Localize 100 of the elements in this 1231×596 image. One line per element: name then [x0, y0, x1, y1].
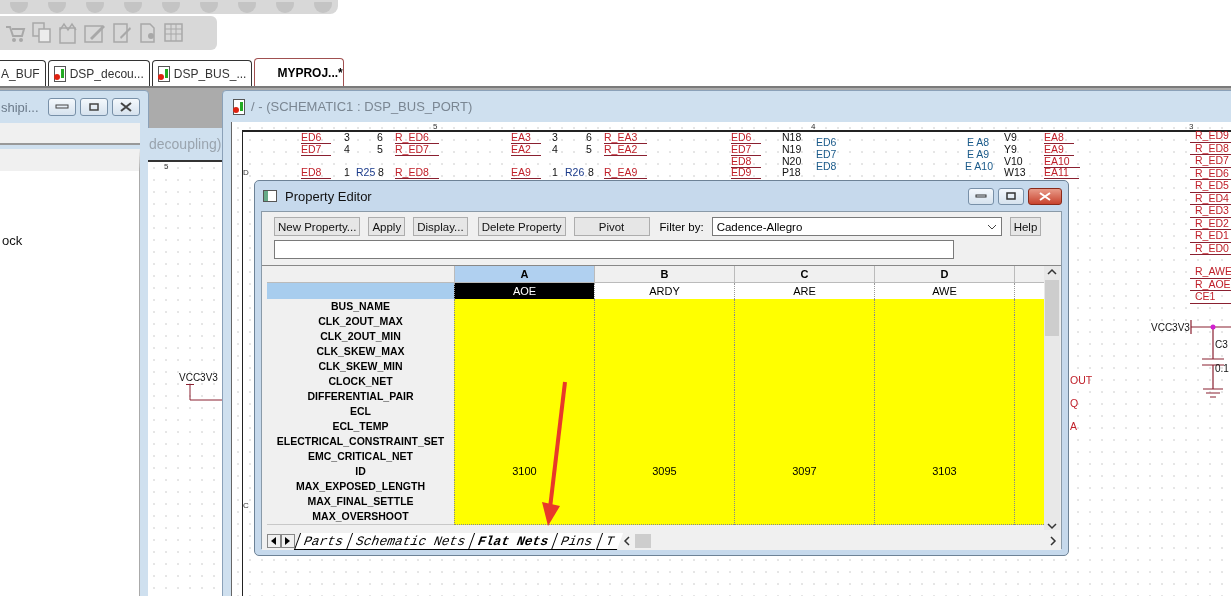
column-header[interactable]: B — [594, 266, 734, 283]
zone-label: D — [243, 168, 249, 177]
property-cell[interactable] — [874, 299, 1014, 315]
close-button[interactable] — [1028, 187, 1062, 205]
dialog-title: Property Editor — [285, 188, 373, 204]
copy-icon[interactable] — [32, 22, 52, 44]
property-name: CLK_2OUT_MAX — [267, 314, 454, 330]
pin-number: P18 — [782, 166, 801, 178]
net-label: R_ED8 — [1190, 142, 1231, 155]
property-name: EMC_CRITICAL_NET — [267, 449, 454, 465]
sheet-tab[interactable]: Flat Nets — [468, 532, 558, 550]
net-label: ED8 — [816, 160, 837, 172]
net-name-cell[interactable]: AOE — [454, 283, 594, 299]
sheet-tab[interactable]: Parts — [293, 532, 353, 550]
property-cell[interactable] — [594, 509, 734, 525]
net-name-cell[interactable]: AWE — [874, 283, 1014, 299]
chart-document-icon[interactable] — [58, 22, 78, 44]
net-name-cell[interactable] — [1014, 283, 1044, 299]
pin-number: 4 — [344, 143, 350, 155]
pin-number: V9 — [1004, 131, 1017, 143]
property-cell[interactable] — [734, 509, 874, 525]
minimize-button[interactable] — [48, 98, 76, 116]
toolbar-button[interactable]: Pivot — [573, 217, 650, 236]
minimize-button[interactable] — [968, 187, 994, 205]
scroll-left-icon — [623, 536, 632, 546]
document-icon[interactable] — [138, 23, 158, 43]
net-label: ED6 — [301, 131, 332, 144]
net-label: A — [1070, 420, 1078, 432]
cart-icon[interactable] — [4, 23, 26, 43]
net-label: EA9 — [1044, 143, 1074, 156]
net-label: ED6 — [816, 136, 837, 148]
column-header[interactable]: D — [874, 266, 1014, 283]
scroll-right-icon — [1049, 536, 1057, 546]
document-tab[interactable]: MYPROJ...* — [254, 58, 345, 86]
window-title: decoupling) — [149, 136, 222, 152]
document-tab[interactable]: DSP_decou... — [47, 60, 150, 86]
property-cell[interactable] — [1014, 299, 1044, 315]
property-cell[interactable]: 3103 — [874, 464, 1014, 480]
document-tab[interactable]: A_BUF — [0, 60, 46, 86]
minimize-icon — [975, 193, 987, 199]
pin-number: 8 — [588, 166, 594, 178]
help-button[interactable]: Help — [1009, 217, 1042, 236]
tab-scroll-left[interactable] — [267, 534, 281, 548]
sheet-tab[interactable]: Pins — [551, 532, 602, 550]
scroll-thumb[interactable] — [635, 534, 652, 548]
maximize-icon — [89, 103, 99, 111]
close-icon — [120, 102, 132, 112]
toolbar-button[interactable]: New Property... — [274, 217, 361, 236]
maximize-button[interactable] — [998, 187, 1024, 205]
pin-number: 5 — [586, 143, 592, 155]
net-label: ED8 — [731, 155, 762, 168]
vertical-scrollbar[interactable] — [1044, 266, 1060, 530]
property-cell[interactable]: 3100 — [454, 464, 594, 480]
maximize-button[interactable] — [80, 98, 108, 116]
net-label: EA10 — [1044, 155, 1080, 168]
pin-number: 3 — [344, 131, 350, 143]
column-header[interactable]: A — [454, 266, 594, 283]
zone-label: C — [243, 501, 249, 510]
net-label: ED9 — [731, 166, 762, 179]
property-cell[interactable]: 3095 — [594, 464, 734, 480]
net-label: ED8 — [301, 166, 332, 179]
property-cell[interactable] — [1014, 509, 1044, 525]
property-cell[interactable] — [594, 299, 734, 315]
filter-dropdown[interactable]: Cadence-Allegro — [711, 217, 1002, 236]
net-name-cell[interactable]: ARDY — [594, 283, 734, 299]
sheet-tab[interactable]: Schematic Nets — [345, 532, 475, 550]
property-cell[interactable]: 3097 — [734, 464, 874, 480]
column-header[interactable] — [1014, 266, 1044, 283]
edit-icon[interactable] — [84, 23, 106, 43]
toolbar-button[interactable]: Apply — [368, 217, 406, 236]
close-button[interactable] — [112, 98, 140, 116]
input-field[interactable] — [274, 240, 954, 259]
tab-scroll-right[interactable] — [281, 534, 295, 548]
power-label: VCC3V3 — [179, 372, 218, 383]
window-title: / - (SCHEMATIC1 : DSP_BUS_PORT) — [251, 99, 473, 114]
scroll-thumb[interactable] — [1045, 280, 1059, 336]
net-label: R_ED0 — [1190, 242, 1231, 255]
property-name: CLOCK_NET — [267, 374, 454, 390]
pin-number: 6 — [586, 131, 592, 143]
column-header[interactable]: C — [734, 266, 874, 283]
document-tab[interactable]: DSP_BUS_... — [151, 60, 253, 86]
tree-item[interactable]: ock — [2, 233, 23, 248]
net-name-cell[interactable]: ARE — [734, 283, 874, 299]
property-name: CLK_SKEW_MAX — [267, 344, 454, 360]
net-label: R_AOE — [1190, 278, 1231, 291]
property-name: MAX_OVERSHOOT — [267, 509, 454, 525]
table-icon[interactable] — [164, 23, 184, 43]
property-cell[interactable] — [454, 299, 594, 315]
property-cell[interactable] — [734, 299, 874, 315]
net-label: EA8 — [1044, 131, 1074, 144]
property-name: DIFFERENTIAL_PAIR — [267, 389, 454, 405]
toolbar-button[interactable]: Display... — [413, 217, 468, 236]
property-name: CLK_SKEW_MIN — [267, 359, 454, 375]
part-reference: R25 — [356, 166, 376, 178]
property-cell[interactable] — [454, 509, 594, 525]
net-label: R_EA9 — [604, 166, 648, 179]
toolbar-button[interactable]: Delete Property — [477, 217, 566, 236]
document-edit-icon[interactable] — [112, 23, 132, 43]
property-name: MAX_EXPOSED_LENGTH — [267, 479, 454, 495]
property-cell[interactable] — [874, 509, 1014, 525]
